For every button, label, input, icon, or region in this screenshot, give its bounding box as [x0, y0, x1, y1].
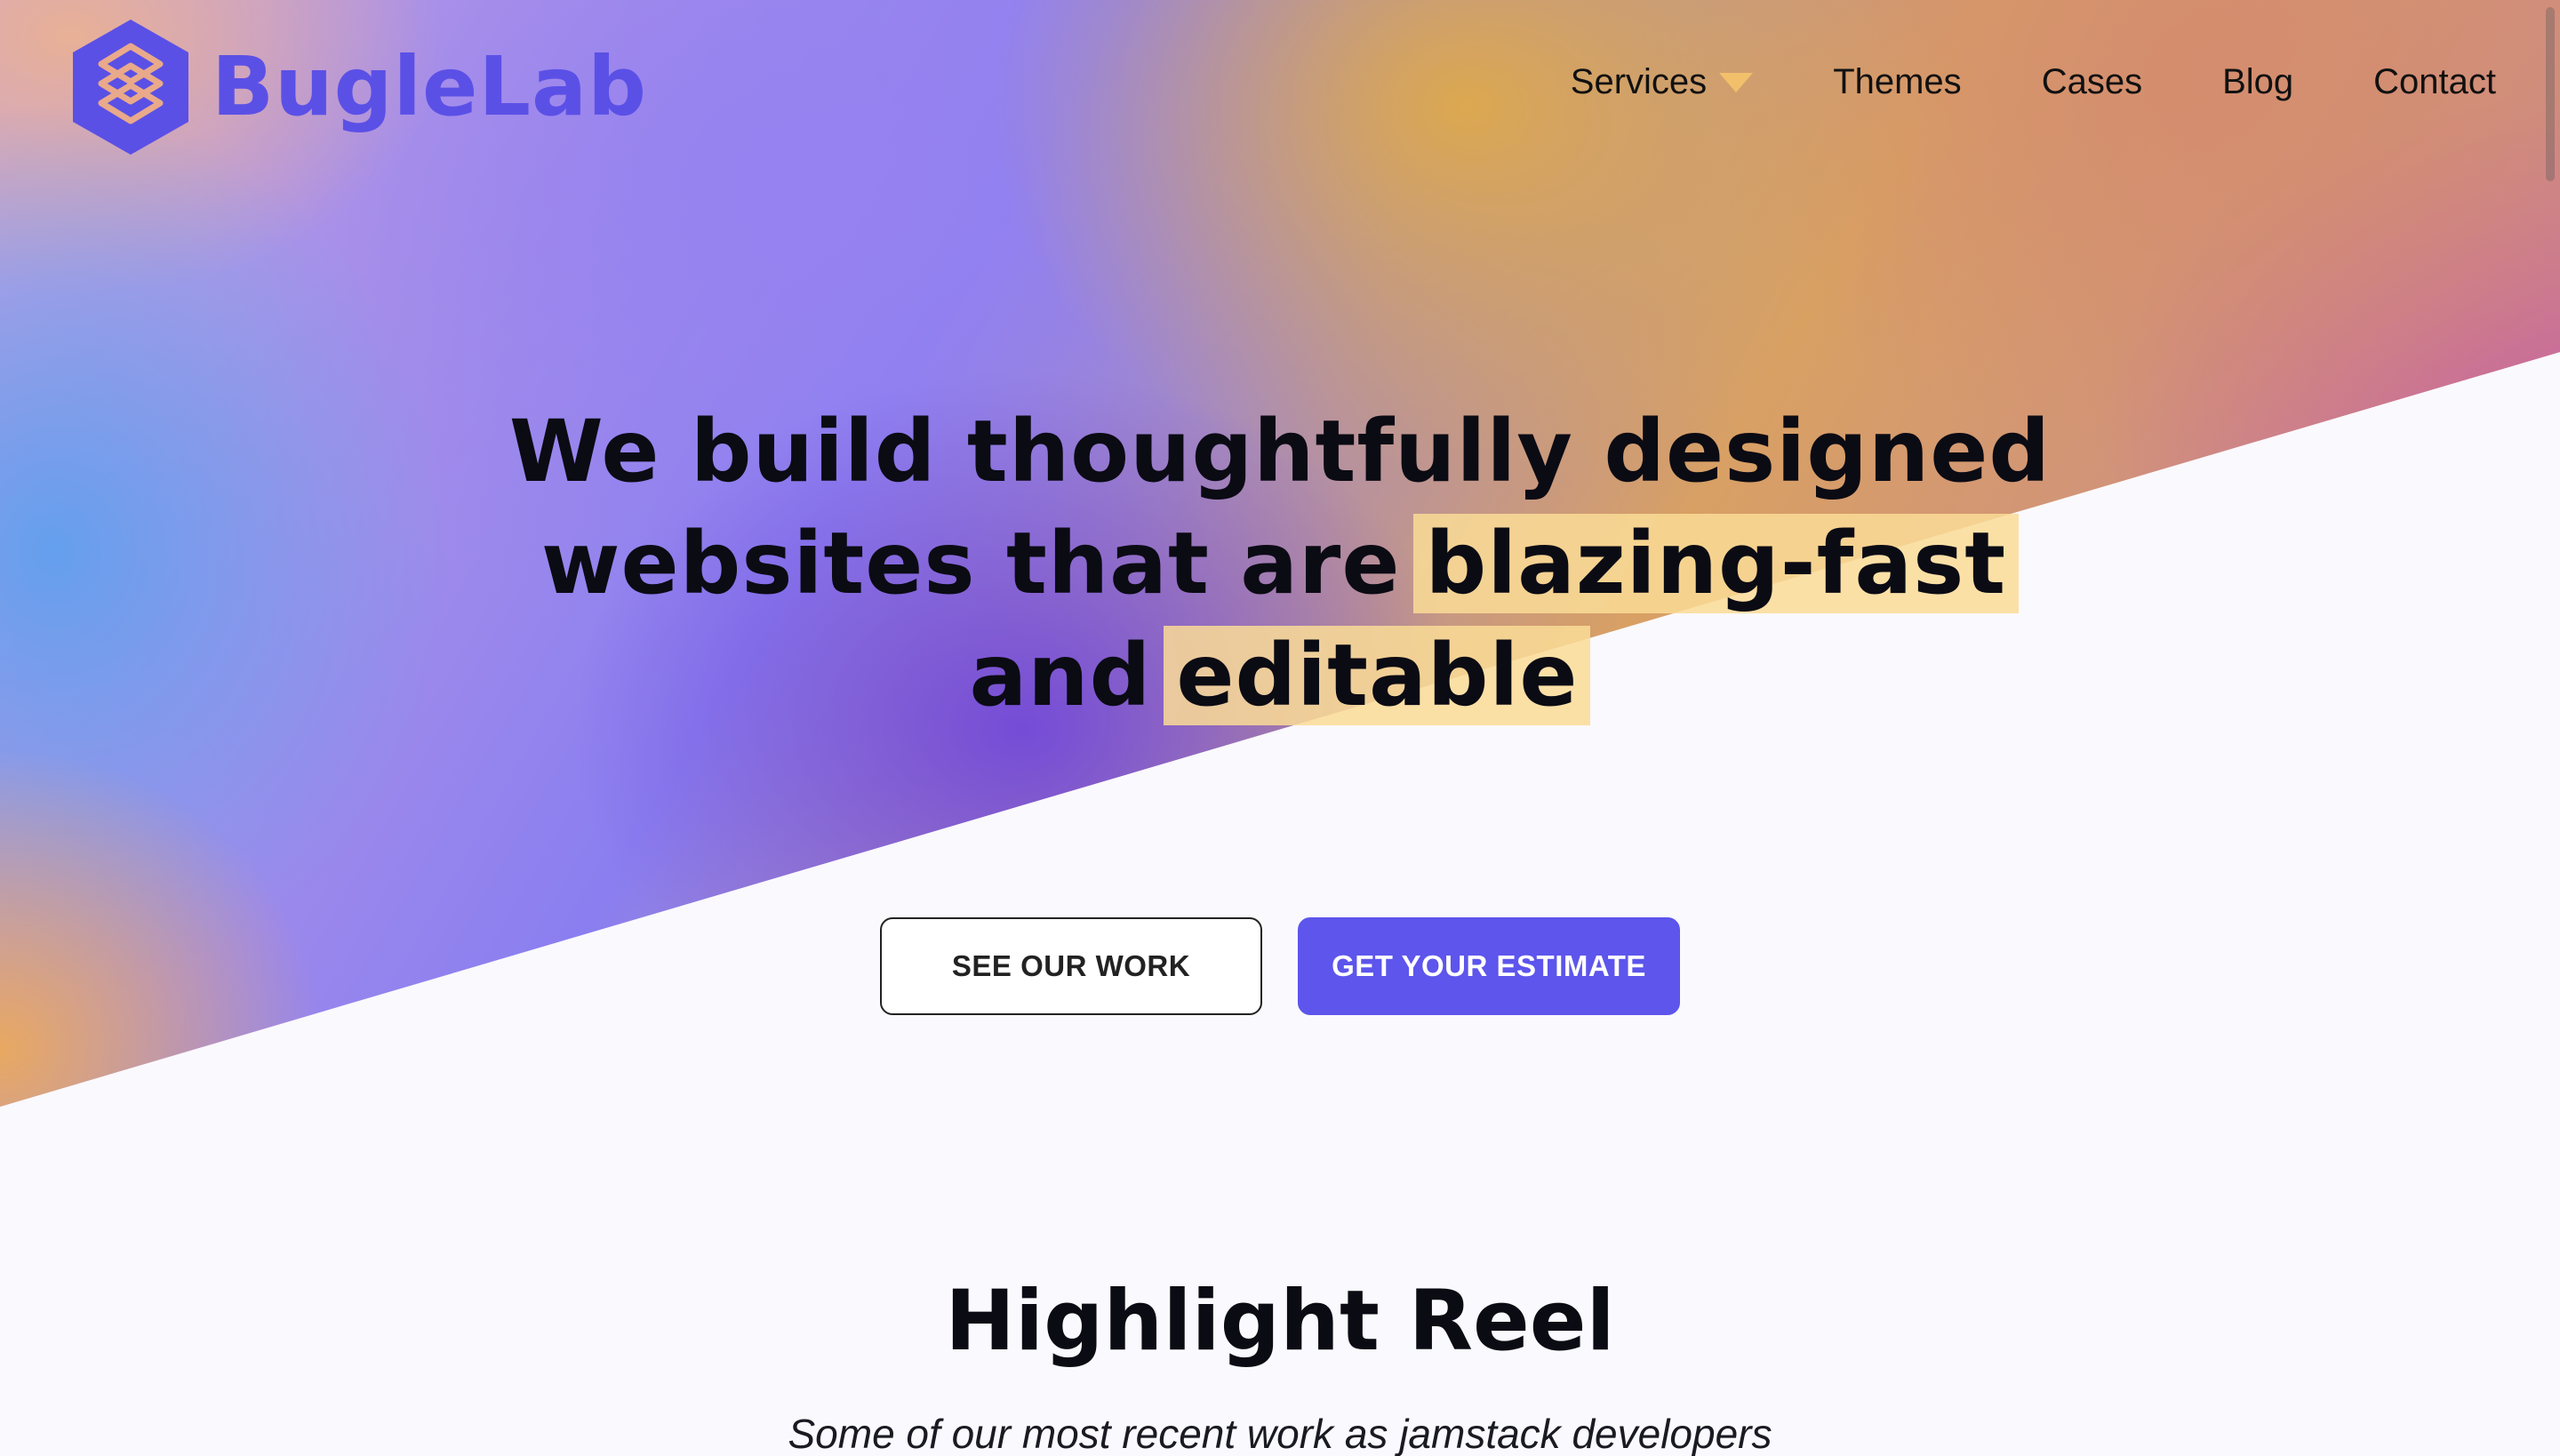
- scrollbar-thumb[interactable]: [2546, 7, 2555, 181]
- nav-item-contact[interactable]: Contact: [2373, 62, 2496, 102]
- nav-item-services[interactable]: Services: [1570, 62, 1754, 102]
- nav-item-cases[interactable]: Cases: [2042, 62, 2142, 102]
- highlight-blazing-fast: blazing-fast: [1412, 514, 2020, 613]
- get-your-estimate-button[interactable]: GET YOUR ESTIMATE: [1298, 917, 1680, 1015]
- highlight-editable: editable: [1164, 626, 1591, 725]
- nav-item-themes[interactable]: Themes: [1833, 62, 1962, 102]
- logo-link[interactable]: BugleLab: [66, 14, 647, 160]
- chevron-down-icon[interactable]: [1719, 72, 1754, 92]
- main-nav: Services Themes Cases Blog Contact: [1571, 62, 2496, 102]
- nav-item-label: Services: [1570, 62, 1708, 101]
- hero-headline-text: and: [969, 626, 1152, 725]
- highlight-reel-title: Highlight Reel: [945, 1273, 1615, 1370]
- hero-headline-line-2: websites that are blazing-fast: [0, 508, 2560, 620]
- highlight-reel-subtitle: Some of our most recent work as jamstack…: [788, 1411, 1772, 1456]
- hexagon-logo-icon: [73, 20, 188, 155]
- see-our-work-button[interactable]: SEE OUR WORK: [880, 917, 1262, 1015]
- site-header: BugleLab Services Themes Cases Blog Cont…: [0, 0, 2560, 169]
- hero-headline-line-1: We build thoughtfully designed: [508, 402, 2052, 501]
- nav-item-blog[interactable]: Blog: [2222, 62, 2293, 102]
- page: BugleLab Services Themes Cases Blog Cont…: [0, 0, 2560, 1456]
- logo-text: BugleLab: [212, 39, 647, 134]
- hero-headline-line-3: and editable: [0, 620, 2560, 732]
- hero-headline-text: websites that are: [540, 514, 1401, 613]
- hero-headline: We build thoughtfully designed websites …: [0, 396, 2560, 732]
